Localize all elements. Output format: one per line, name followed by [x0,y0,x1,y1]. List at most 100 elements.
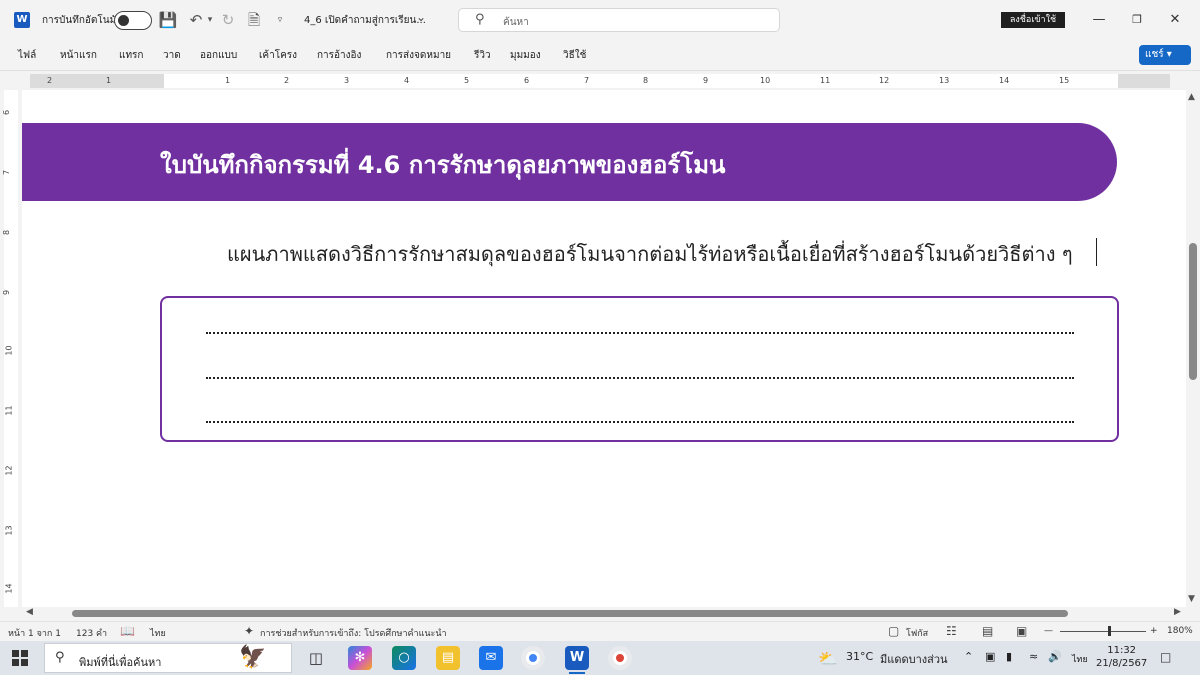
proofing-icon[interactable]: 📖 [120,624,135,638]
new-document-icon[interactable]: 🗎 [244,10,264,30]
ruler-number: 6 [524,76,530,85]
save-icon[interactable]: 💾 [158,10,178,30]
volume-icon[interactable]: 🔊 [1048,650,1062,663]
vertical-ruler[interactable]: 6 7 8 9 10 11 12 13 14 [0,90,22,607]
ruler-number: 8 [643,76,649,85]
chrome-icon[interactable] [521,646,545,670]
instruction-text[interactable]: แผนภาพแสดงวิธีการรักษาสมดุลของฮอร์โมนจาก… [227,238,1073,270]
ruler-right-margin [1118,74,1170,88]
battery-icon[interactable]: ▮ [1006,650,1012,663]
search-input[interactable]: ⚲ ค้นหา [458,8,780,32]
tab-design[interactable]: ออกแบบ [200,48,237,63]
tab-review[interactable]: รีวิว [474,48,491,63]
chevron-down-icon[interactable]: ⌄ [416,10,426,24]
tab-insert[interactable]: แทรก [119,48,143,63]
weather-temp[interactable]: 31°C [846,650,873,663]
notification-icon[interactable]: □ [1160,650,1171,664]
status-bar: หน้า 1 จาก 1 123 คำ 📖 ไทย ✦ การช่วยสำหรั… [0,621,1200,641]
ruler-number: 6 [2,109,12,116]
focus-icon[interactable]: ▢ [888,624,899,638]
accessibility-status[interactable]: การช่วยสำหรับการเข้าถึง: โปรดศึกษาคำแนะน… [260,626,447,640]
weather-icon[interactable]: ⛅ [818,649,838,668]
page-count[interactable]: หน้า 1 จาก 1 [8,626,61,640]
redo-icon[interactable]: ↻ [218,10,238,30]
zoom-slider-thumb[interactable] [1108,626,1111,636]
accessibility-icon[interactable]: ✦ [244,624,254,638]
customize-quick-access-icon[interactable]: ▿ [270,10,290,30]
mail-icon[interactable]: ✉ [479,646,503,670]
answer-line[interactable] [206,421,1074,423]
banner-title: ใบบันทึกกิจกรรมที่ 4.6 การรักษาดุลยภาพขอ… [160,151,726,179]
tray-app-icon[interactable]: ▣ [985,650,995,663]
ruler-number: 11 [820,76,831,85]
clock[interactable]: 11:32 21/8/2567 [1096,644,1147,670]
horizontal-scroll-thumb[interactable] [72,610,1068,617]
zoom-slider[interactable] [1060,631,1146,632]
ribbon-tabs: ไฟล์ หน้าแรก แทรก วาด ออกแบบ เค้าโครง กา… [0,40,1200,70]
ruler-number: 7 [584,76,590,85]
ruler-number: 2 [47,76,53,85]
windows-start-icon[interactable] [12,650,28,666]
web-layout-icon[interactable]: ▣ [1016,624,1027,638]
focus-label[interactable]: โฟกัส [906,626,928,640]
tray-chevron-up-icon[interactable]: ⌃ [964,650,973,663]
weather-description[interactable]: มีแดดบางส่วน [880,650,948,668]
minimize-icon[interactable]: — [1088,10,1110,30]
clock-date: 21/8/2567 [1096,658,1148,669]
chrome-center [526,650,540,665]
taskbar-search-input[interactable]: ⚲ พิมพ์ที่นี่เพื่อค้นหา 🦅 [44,643,292,673]
search-icon: ⚲ [55,650,65,665]
close-icon[interactable]: ✕ [1164,10,1186,30]
horizontal-ruler[interactable]: 1 2 1 2 3 4 5 6 7 8 9 10 11 12 13 14 15 [0,70,1200,90]
horizontal-scrollbar[interactable]: ◀ ▶ [0,607,1200,621]
task-view-icon[interactable]: ◫ [304,646,328,670]
search-placeholder: ค้นหา [503,17,529,28]
document-page[interactable]: ใบบันทึกกิจกรรมที่ 4.6 การรักษาดุลยภาพขอ… [22,90,1186,607]
ruler-number: 10 [4,345,14,356]
zoom-out-icon[interactable]: — [1044,626,1053,636]
word-count[interactable]: 123 คำ [76,626,107,640]
chrome-profile-icon[interactable] [608,646,632,670]
zoom-in-icon[interactable]: + [1150,626,1158,636]
edge-icon[interactable]: ○ [392,646,416,670]
word-taskbar-icon[interactable]: W [565,646,589,670]
print-layout-icon[interactable]: ▤ [982,624,993,638]
zoom-level[interactable]: 180% [1167,626,1193,636]
undo-icon[interactable]: ↶ [186,10,206,30]
tab-layout[interactable]: เค้าโครง [259,48,297,63]
tab-file[interactable]: ไฟล์ [18,48,36,63]
ruler-number: 4 [404,76,410,85]
search-highlight-bird-icon: 🦅 [239,645,267,670]
copilot-icon[interactable]: ✻ [348,646,372,670]
vertical-scroll-thumb[interactable] [1189,243,1197,380]
tab-help[interactable]: วิธีใช้ [563,48,586,63]
document-title[interactable]: 4_6 เปิดคำถามสู่การเรียน... [304,13,426,28]
start-tile [12,650,19,657]
language-status[interactable]: ไทย [150,626,166,640]
ruler-number: 9 [703,76,709,85]
tab-view[interactable]: มุมมอง [510,48,541,63]
scroll-up-icon[interactable]: ▲ [1188,92,1195,102]
sign-in-button[interactable]: ลงชื่อเข้าใช้ [1001,12,1065,28]
share-button[interactable]: แชร์ ▾ [1139,45,1191,65]
answer-line[interactable] [206,332,1074,334]
input-language[interactable]: ไทย [1072,652,1088,666]
wifi-icon[interactable]: ≈ [1029,650,1038,663]
tab-mailings[interactable]: การส่งจดหมาย [386,48,451,63]
answer-box[interactable] [160,296,1119,442]
scroll-right-icon[interactable]: ▶ [1174,607,1181,617]
tab-home[interactable]: หน้าแรก [60,48,97,63]
answer-line[interactable] [206,377,1074,379]
restore-icon[interactable]: ❐ [1126,10,1148,30]
read-mode-icon[interactable]: ☷ [946,624,957,638]
undo-dropdown-icon[interactable]: ▾ [204,10,216,30]
vertical-scrollbar[interactable]: ▲ ▼ [1186,90,1200,607]
ruler-number: 7 [2,169,12,176]
ruler-number: 3 [344,76,350,85]
autosave-toggle[interactable] [114,11,152,30]
scroll-left-icon[interactable]: ◀ [26,607,33,617]
tab-draw[interactable]: วาด [163,48,181,63]
file-explorer-icon[interactable]: ▤ [436,646,460,670]
scroll-down-icon[interactable]: ▼ [1188,594,1195,604]
tab-references[interactable]: การอ้างอิง [317,48,361,63]
